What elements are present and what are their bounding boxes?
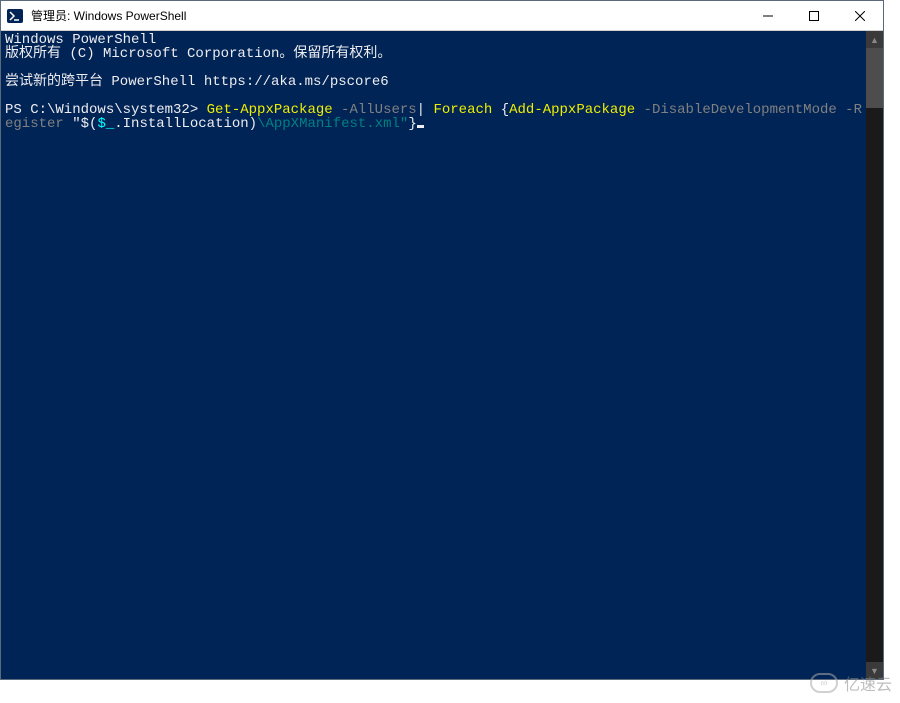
brace-open: {: [501, 102, 509, 118]
subexpr-open: "$(: [72, 116, 97, 132]
foreach: Foreach: [425, 102, 501, 118]
try-line: 尝试新的跨平台 PowerShell https://aka.ms/pscore…: [5, 74, 389, 90]
pipeline-var: $_: [97, 116, 114, 132]
subexpr-close: ): [249, 116, 257, 132]
close-button[interactable]: [837, 1, 883, 30]
cmdlet-2: Add-AppxPackage: [509, 102, 635, 118]
app-icon: [7, 8, 23, 24]
pipe: |: [417, 102, 425, 118]
watermark: ∞ 亿速云: [810, 671, 892, 695]
window-controls: [745, 1, 883, 30]
header-line-2: 版权所有 (C) Microsoft Corporation。保留所有权利。: [5, 46, 391, 62]
terminal-area: Windows PowerShell 版权所有 (C) Microsoft Co…: [1, 31, 883, 679]
powershell-window: 管理员: Windows PowerShell Windows PowerShe…: [0, 0, 884, 680]
scroll-thumb[interactable]: [866, 48, 883, 108]
property: .InstallLocation: [114, 116, 248, 132]
cursor: [417, 125, 424, 128]
maximize-button[interactable]: [791, 1, 837, 30]
terminal[interactable]: Windows PowerShell 版权所有 (C) Microsoft Co…: [1, 31, 866, 679]
scroll-track[interactable]: [866, 48, 883, 662]
scroll-up-button[interactable]: ▲: [866, 31, 883, 48]
vertical-scrollbar[interactable]: ▲ ▼: [866, 31, 883, 679]
minimize-button[interactable]: [745, 1, 791, 30]
brace-close: }: [408, 116, 416, 132]
window-title: 管理员: Windows PowerShell: [29, 7, 745, 24]
titlebar[interactable]: 管理员: Windows PowerShell: [1, 1, 883, 31]
string-tail: \AppXManifest.xml": [257, 116, 408, 132]
watermark-icon: ∞: [810, 673, 838, 693]
watermark-text: 亿速云: [844, 671, 892, 695]
